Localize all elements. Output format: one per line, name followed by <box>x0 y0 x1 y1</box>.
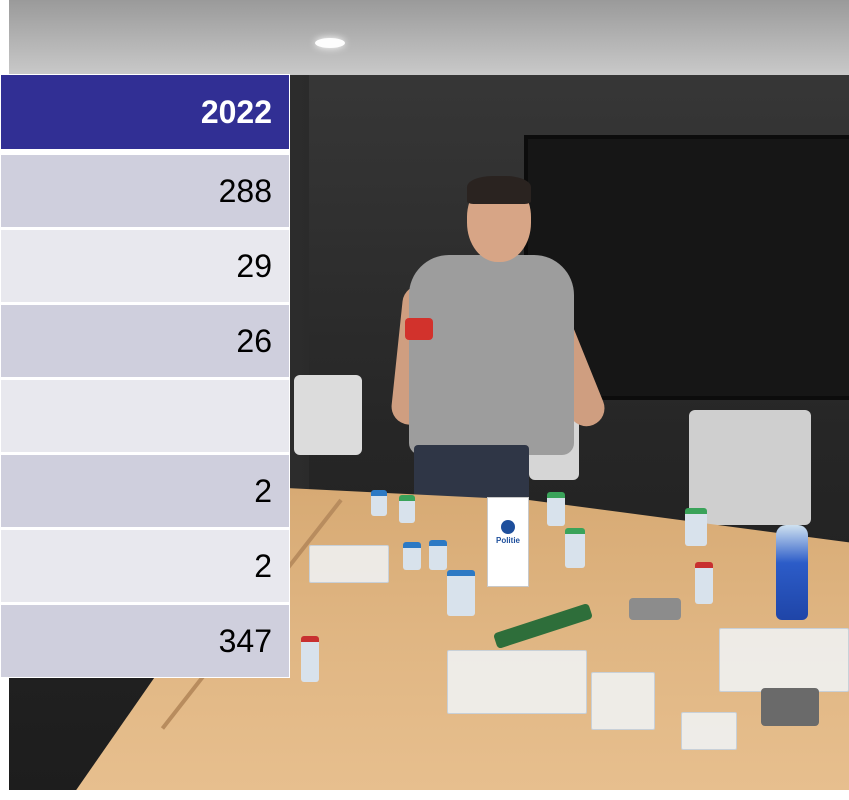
table-row: 26 <box>1 302 289 377</box>
jar <box>547 492 565 526</box>
jar <box>403 542 421 570</box>
bottle <box>776 525 808 620</box>
table-row <box>1 377 289 452</box>
jar <box>695 562 713 604</box>
phone <box>761 688 819 726</box>
bag <box>309 545 389 583</box>
data-table: 2022 288 29 26 2 2 347 <box>0 74 290 678</box>
jar <box>399 495 415 523</box>
armband <box>405 318 433 340</box>
table-row: 29 <box>1 227 289 302</box>
table-header: 2022 <box>1 75 289 152</box>
ceiling <box>9 0 849 75</box>
table-row: 288 <box>1 152 289 227</box>
sign-label: Politie <box>495 536 520 545</box>
person-hair <box>467 176 531 204</box>
jar <box>371 490 387 516</box>
table-row: 2 <box>1 452 289 527</box>
jar <box>565 528 585 568</box>
jar <box>301 636 319 682</box>
table-row: 347 <box>1 602 289 677</box>
table-row: 2 <box>1 527 289 602</box>
bag <box>719 628 849 692</box>
bag <box>681 712 737 750</box>
bag <box>447 650 587 714</box>
police-emblem-icon <box>501 520 515 534</box>
person-shirt <box>409 255 574 455</box>
ceiling-light <box>315 38 345 48</box>
police-sign: Politie <box>487 497 529 587</box>
bag <box>591 672 655 730</box>
jar <box>447 570 475 616</box>
jar <box>429 540 447 570</box>
device <box>629 598 681 620</box>
jar <box>685 508 707 546</box>
chair <box>689 410 811 525</box>
chair <box>294 375 362 455</box>
year-header: 2022 <box>200 93 272 130</box>
